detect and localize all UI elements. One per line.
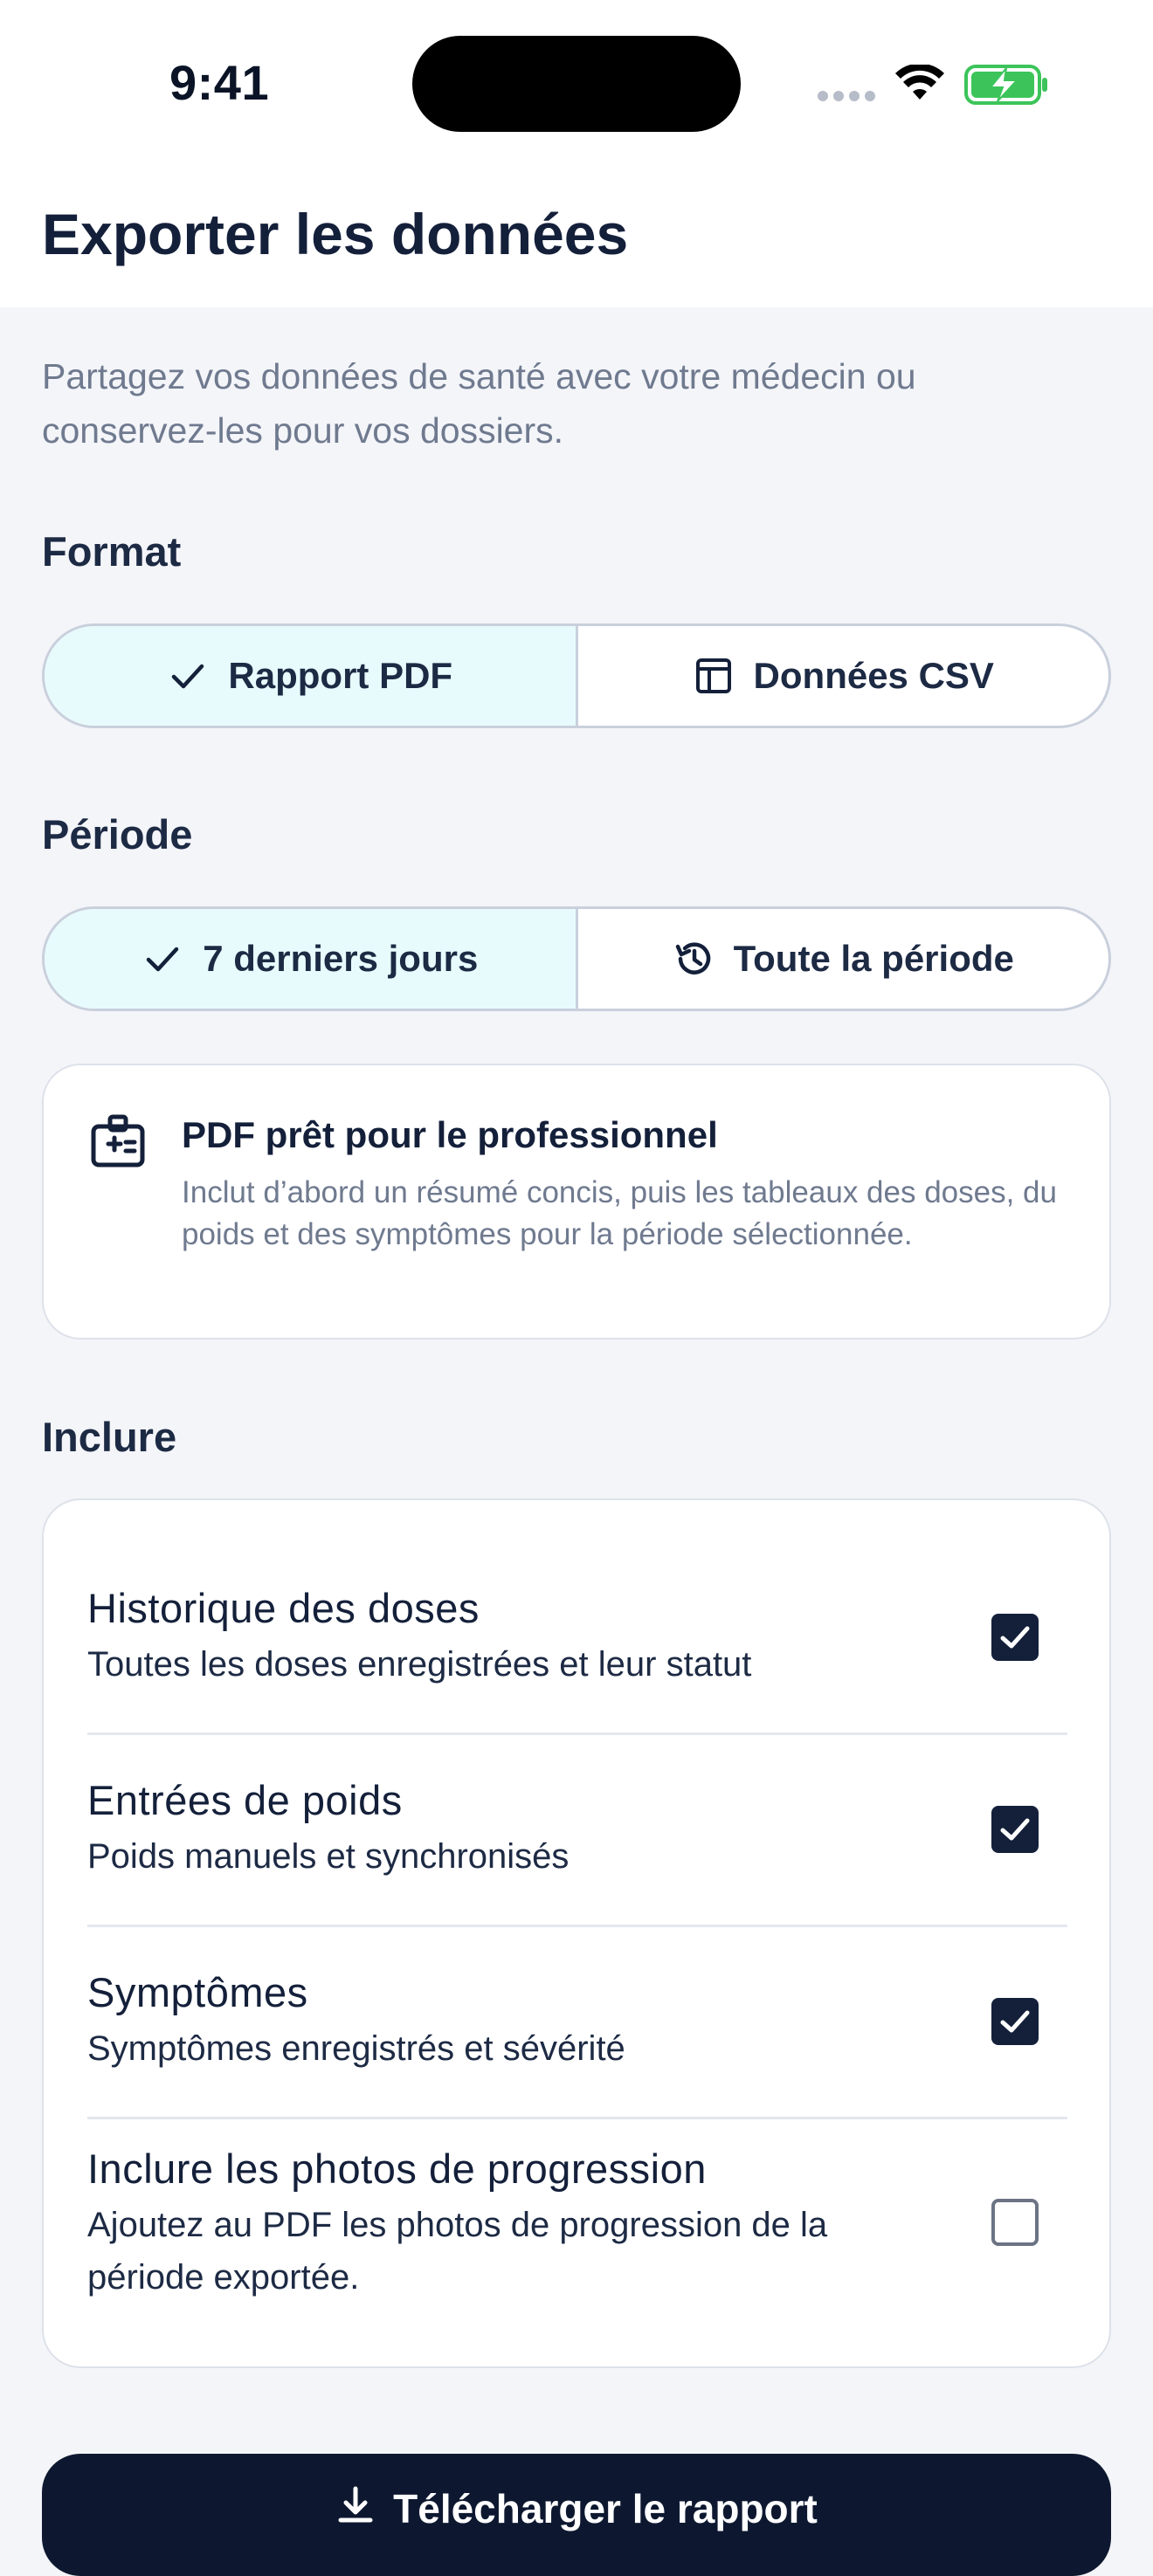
include-photos-checkbox[interactable] bbox=[991, 2199, 1039, 2246]
format-option-csv[interactable]: Données CSV bbox=[575, 626, 1109, 726]
check-icon bbox=[172, 664, 204, 689]
check-icon bbox=[1000, 1626, 1030, 1649]
include-row-title: Inclure les photos de progression bbox=[87, 2146, 707, 2192]
include-symptoms-checkbox[interactable] bbox=[991, 1998, 1039, 2045]
format-section-label: Format bbox=[42, 528, 182, 575]
include-options-card: Historique des doses Toutes les doses en… bbox=[42, 1498, 1111, 2368]
period-option-label: 7 derniers jours bbox=[203, 938, 479, 979]
include-weight-checkbox[interactable] bbox=[991, 1806, 1039, 1853]
check-icon bbox=[146, 947, 179, 972]
include-doses-checkbox[interactable] bbox=[991, 1614, 1039, 1661]
info-card-title: PDF prêt pour le professionnel bbox=[182, 1114, 718, 1155]
download-button-label: Télécharger le rapport bbox=[393, 2486, 818, 2531]
pdf-info-card: PDF prêt pour le professionnel Inclut d’… bbox=[42, 1064, 1111, 1340]
check-icon bbox=[1000, 1818, 1030, 1841]
navigation-header: Exporter les données bbox=[0, 166, 1153, 307]
download-icon bbox=[338, 2486, 373, 2523]
status-time: 9:41 bbox=[169, 55, 270, 110]
include-row-title: Symptômes bbox=[87, 1969, 308, 2015]
period-option-all-time[interactable]: Toute la période bbox=[575, 909, 1109, 1009]
period-option-7-days[interactable]: 7 derniers jours bbox=[45, 909, 576, 1009]
page-title: Exporter les données bbox=[42, 202, 629, 266]
row-divider bbox=[87, 1732, 1067, 1735]
include-row-subtitle: Toutes les doses enregistrées et leur st… bbox=[87, 1645, 752, 1684]
row-divider bbox=[87, 1925, 1067, 1927]
check-icon bbox=[1000, 2010, 1030, 2033]
row-divider bbox=[87, 2117, 1067, 2119]
dynamic-island bbox=[412, 36, 741, 132]
include-row-title: Historique des doses bbox=[87, 1585, 480, 1631]
format-segmented-control: Rapport PDF Données CSV bbox=[42, 623, 1111, 728]
download-report-button[interactable]: Télécharger le rapport bbox=[42, 2454, 1111, 2576]
format-option-pdf[interactable]: Rapport PDF bbox=[45, 626, 576, 726]
format-option-label: Rapport PDF bbox=[228, 655, 453, 696]
wifi-icon bbox=[895, 65, 944, 100]
format-option-label: Données CSV bbox=[753, 655, 994, 696]
history-icon bbox=[675, 942, 710, 975]
period-segmented-control: 7 derniers jours Toute la période bbox=[42, 906, 1111, 1011]
include-row-subtitle: Ajoutez au PDF les photos de progression… bbox=[87, 2206, 828, 2297]
period-section-label: Période bbox=[42, 811, 193, 858]
include-row-subtitle: Symptômes enregistrés et sévérité bbox=[87, 2029, 625, 2068]
include-section-label: Inclure bbox=[42, 1414, 177, 1460]
battery-charging-icon bbox=[964, 65, 1047, 105]
include-row-title: Entrées de poids bbox=[87, 1777, 403, 1823]
medical-badge-icon bbox=[91, 1114, 145, 1167]
intro-text: Partagez vos données de santé avec votre… bbox=[42, 356, 916, 451]
info-card-description: Inclut d’abord un résumé concis, puis le… bbox=[182, 1175, 1057, 1251]
include-row-subtitle: Poids manuels et synchronisés bbox=[87, 1837, 570, 1876]
cellular-signal-icon bbox=[818, 91, 875, 103]
status-bar: 9:41 bbox=[0, 0, 1153, 166]
table-icon bbox=[695, 658, 731, 693]
period-option-label: Toute la période bbox=[733, 938, 1014, 979]
